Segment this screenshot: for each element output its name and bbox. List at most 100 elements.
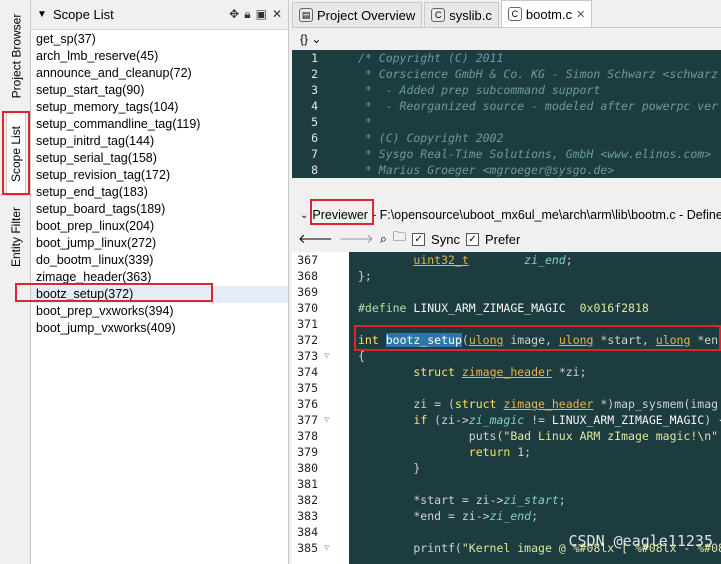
code-line: 2 * Corscience GmbH & Co. KG - Simon Sch… <box>292 66 721 82</box>
previewer-bar: ⌄ Previewer - F:\opensource\uboot_mx6ul_… <box>292 204 721 226</box>
scope-list-item[interactable]: setup_end_tag(183) <box>31 184 288 201</box>
scope-list-item[interactable]: do_bootm_linux(339) <box>31 252 288 269</box>
app-window: Project Browser Scope List Entity Filter… <box>0 0 721 564</box>
fold-icon[interactable]: ▽ <box>324 412 334 428</box>
code-text: int bootz_setup(ulong image, ulong *star… <box>358 333 719 347</box>
line-number: 382 <box>297 493 318 507</box>
code-line: 7 * Sysgo Real-Time Solutions, GmbH <www… <box>292 146 721 162</box>
line-number: 8 <box>311 163 318 177</box>
code-line: 378 puts("Bad Linux ARM zImage magic!\n" <box>292 428 721 444</box>
scope-list-item[interactable]: boot_prep_vxworks(394) <box>31 303 288 320</box>
folder-icon[interactable]: 🗀 <box>393 228 406 250</box>
tab-label: bootm.c <box>525 6 573 22</box>
restore-icon[interactable]: ▣ <box>256 7 267 22</box>
sync-label: Sync <box>431 231 460 247</box>
line-number: 368 <box>297 269 318 283</box>
scope-list-item[interactable]: setup_start_tag(90) <box>31 82 288 99</box>
line-number: 7 <box>311 147 318 161</box>
previewer-code[interactable]: 367 uint32_t zi_end; 368}; 369 370 #define L… <box>292 252 721 564</box>
c-file-icon: C <box>507 7 522 21</box>
line-number: 377 <box>297 413 318 427</box>
line-number: 6 <box>311 131 318 145</box>
tab-entity-filter-label: Entity Filter <box>9 206 24 268</box>
close-icon[interactable]: ✕ <box>272 7 282 22</box>
scope-list-item[interactable]: bootz_setup(372) <box>31 286 288 303</box>
code-line: 368}; <box>292 268 721 284</box>
line-number: 379 <box>297 445 318 459</box>
code-line: 370 #define LINUX_ARM_ZIMAGE_MAGIC 0x016f… <box>292 300 721 316</box>
lock-icon[interactable]: 🔒︎ <box>244 7 250 22</box>
line-number: 380 <box>297 461 318 475</box>
tab-bootm[interactable]: Cbootm.c ✕ <box>500 0 593 27</box>
pin-icon[interactable]: ✥ <box>229 7 239 22</box>
sync-checkbox[interactable]: ✓ <box>412 232 426 246</box>
code-line: 379 return 1; <box>292 444 721 460</box>
tab-scope-list-label: Scope List <box>9 125 24 183</box>
scope-list-item[interactable]: boot_jump_vxworks(409) <box>31 320 288 337</box>
previewer-path: - F:\opensource\uboot_mx6ul_me\arch\arm\… <box>371 208 721 222</box>
forward-arrow-icon[interactable]: 🡒 <box>339 231 374 247</box>
previewer-label: Previewer <box>312 208 368 222</box>
line-number: 2 <box>311 67 318 81</box>
line-number: 375 <box>297 381 318 395</box>
prefer-label: Prefer <box>484 231 521 247</box>
tab-entity-filter[interactable]: Entity Filter <box>6 200 26 274</box>
tab-label: syslib.c <box>449 7 492 23</box>
code-line: 377 ▽ if (zi->zi_magic != LINUX_ARM_ZIMAG… <box>292 412 721 428</box>
fold-icon[interactable]: ▽ <box>324 540 334 556</box>
scope-list-item[interactable]: setup_board_tags(189) <box>31 201 288 218</box>
code-text: * (C) Copyright 2002 <box>358 131 504 145</box>
code-line: 369 <box>292 284 721 300</box>
prefer-checkbox[interactable]: ✓ <box>465 232 479 246</box>
code-line: 382 *start = zi->zi_start; <box>292 492 721 508</box>
scope-list-item[interactable]: setup_memory_tags(104) <box>31 99 288 116</box>
editor-tabs: ▤ Project Overview Csyslib.c Cbootm.c ✕ <box>292 0 721 28</box>
code-line: 8 * Marius Groeger <mgroeger@sysgo.de> <box>292 162 721 178</box>
code-text: * <box>358 115 372 129</box>
source-editor[interactable]: 1/* Copyright (C) 2011 2 * Corscience Gmb… <box>292 50 721 178</box>
tab-project-overview[interactable]: ▤ Project Overview <box>292 2 423 27</box>
back-arrow-icon[interactable]: 🡐 <box>298 231 333 247</box>
code-line: 1 /* Copyright (C) 2011 <box>292 50 721 66</box>
line-number: 385 <box>297 541 318 555</box>
collapse-chevron-icon[interactable]: ▼ <box>37 9 53 20</box>
code-line: 376 zi = (struct zimage_header *)map_sys… <box>292 396 721 412</box>
scope-list-item[interactable]: setup_commandline_tag(119) <box>31 116 288 133</box>
tab-scope-list[interactable]: Scope List <box>6 112 26 196</box>
tab-project-browser[interactable]: Project Browser <box>6 6 26 106</box>
scope-list-item[interactable]: setup_serial_tag(158) <box>31 150 288 167</box>
code-text: zi = (struct zimage_header *)map_sysmem(… <box>358 397 719 411</box>
close-icon[interactable]: ✕ <box>576 8 585 21</box>
code-text: #define LINUX_ARM_ZIMAGE_MAGIC 0x016f281… <box>358 301 649 315</box>
line-number: 3 <box>311 83 318 97</box>
scope-list-item[interactable]: boot_prep_linux(204) <box>31 218 288 235</box>
scope-list-item[interactable]: boot_jump_linux(272) <box>31 235 288 252</box>
code-line: 6 * (C) Copyright 2002 <box>292 130 721 146</box>
line-number: 378 <box>297 429 318 443</box>
scope-list-item[interactable]: zimage_header(363) <box>31 269 288 286</box>
code-text: uint32_t zi_end; <box>413 253 573 267</box>
scope-list-item[interactable]: setup_revision_tag(172) <box>31 167 288 184</box>
line-number: 4 <box>311 99 318 113</box>
chevron-down-icon[interactable]: ⌄ <box>300 210 308 221</box>
line-number: 367 <box>297 253 318 267</box>
scope-list-panel: ▼ Scope List ✥ 🔒︎ ▣ ✕ get_sp(37) arch_lmb… <box>31 0 289 564</box>
line-number: 376 <box>297 397 318 411</box>
code-text: return 1; <box>468 445 532 459</box>
scope-symbol: {} ⌄ <box>300 32 322 46</box>
search-icon[interactable]: ⌕ <box>380 231 387 247</box>
tab-syslib[interactable]: Csyslib.c <box>424 2 499 27</box>
scope-list-item[interactable]: arch_lmb_reserve(45) <box>31 48 288 65</box>
tab-label: Project Overview <box>317 7 416 23</box>
scope-list-header: ▼ Scope List ✥ 🔒︎ ▣ ✕ <box>31 0 288 30</box>
code-text: *end = zi->zi_end; <box>358 509 539 523</box>
c-file-icon: C <box>431 8 446 22</box>
code-text: /* Copyright (C) 2011 <box>358 51 504 65</box>
code-line: 367 uint32_t zi_end; <box>292 252 721 268</box>
scope-list-item[interactable]: setup_initrd_tag(144) <box>31 133 288 150</box>
scope-list-item[interactable]: announce_and_cleanup(72) <box>31 65 288 82</box>
line-number: 373 <box>297 349 318 363</box>
fold-icon[interactable]: ▽ <box>324 348 334 364</box>
scope-list-item[interactable]: get_sp(37) <box>31 31 288 48</box>
symbol-dropdown[interactable]: {} ⌄ <box>292 28 721 50</box>
